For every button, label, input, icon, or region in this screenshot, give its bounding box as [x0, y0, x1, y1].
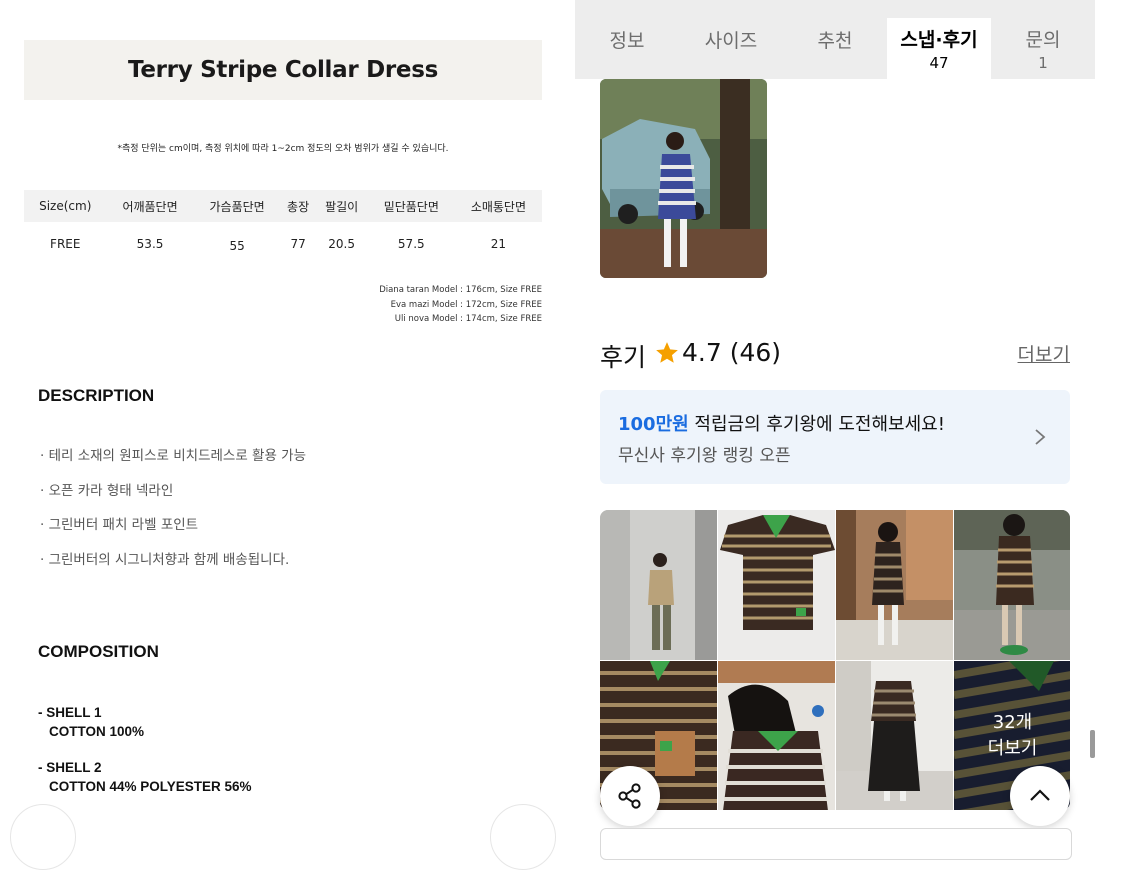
review-photo-image: [954, 510, 1070, 660]
list-item: · 그린버터 패치 라벨 포인트: [40, 517, 199, 534]
more-photos-count: 32개: [992, 712, 1033, 733]
tab-count: 1: [1038, 54, 1048, 72]
composition-title: COMPOSITION: [38, 642, 159, 661]
size-cell: 53.5: [136, 237, 164, 251]
review-panel: 정보 사이즈 추천 스냅·후기 47 문의 1 후기 4.7 (46) 더보기 …: [568, 0, 1125, 860]
model-line: Eva mazi Model : 172cm, Size FREE: [390, 299, 542, 310]
tab-recommend[interactable]: 추천: [783, 0, 887, 79]
review-photo-grid: 32개 더보기: [600, 510, 1070, 810]
promo-headline: 100만원 적립금의 후기왕에 도전해보세요!: [618, 410, 945, 436]
model-line: Uli nova Model : 174cm, Size FREE: [394, 314, 542, 324]
shell1-label: - SHELL 1: [38, 705, 102, 720]
shell2-label: - SHELL 2: [38, 760, 102, 775]
tab-label: 정보: [609, 30, 645, 52]
review-king-banner[interactable]: 100만원 적립금의 후기왕에 도전해보세요! 무신사 후기왕 랭킹 오픈: [600, 390, 1070, 484]
promo-subline: 무신사 후기왕 랭킹 오픈: [618, 446, 791, 466]
tab-info[interactable]: 정보: [575, 0, 679, 79]
share-button[interactable]: [600, 766, 660, 826]
review-photo[interactable]: [836, 510, 953, 660]
composition-shell1: - SHELL 1 COTTON 100%: [38, 703, 144, 741]
review-photo[interactable]: [836, 661, 953, 810]
tab-label: 문의: [1025, 29, 1061, 51]
review-photo-image: [718, 661, 835, 810]
shell2-value: COTTON 44% POLYESTER 56%: [49, 779, 252, 794]
share-icon: [618, 783, 641, 809]
list-item: · 오픈 카라 형태 넥라인: [40, 482, 174, 499]
tab-count: 47: [929, 54, 949, 72]
review-photo-image: [836, 510, 953, 660]
review-photo[interactable]: [954, 510, 1070, 660]
snap-photo[interactable]: [600, 79, 767, 278]
product-detail-panel: Terry Stripe Collar Dress *측정 단위는 cm이며, …: [0, 0, 568, 870]
size-header: 소매통단면: [454, 190, 542, 222]
size-table: Size(cm) 어깨품단면 가슴품단면 총장 팔길이 밑단품단면 소매통단면 …: [24, 190, 542, 266]
size-header: 팔길이: [315, 190, 368, 222]
measure-note: *측정 단위는 cm이며, 측정 위치에 따라 1~2cm 정도의 오차 범위가…: [117, 144, 449, 154]
scroll-top-button[interactable]: [1010, 766, 1070, 826]
tab-label: 추천: [817, 30, 853, 52]
description-list: · 테리 소재의 원피스로 비치드레스로 활용 가능 · 오픈 카라 형태 넥라…: [40, 444, 306, 583]
review-photo[interactable]: [718, 661, 835, 810]
table-row: FREE 53.5 55 77 20.5 57.5 21: [24, 222, 542, 266]
size-cell: FREE: [50, 237, 81, 251]
review-photo-image: [600, 510, 717, 660]
size-header: 밑단품단면: [367, 190, 455, 222]
review-count: (46): [729, 338, 782, 367]
shell1-value: COTTON 100%: [49, 724, 145, 739]
review-photo[interactable]: [600, 510, 717, 660]
review-header: 후기 4.7 (46) 더보기: [600, 336, 1070, 372]
floating-button-left[interactable]: [10, 804, 76, 870]
size-header: 가슴품단면: [193, 190, 281, 222]
next-section-card: [600, 828, 1072, 860]
tab-label: 사이즈: [704, 30, 758, 52]
review-label: 후기: [600, 343, 647, 372]
size-cell: 55: [229, 239, 245, 253]
size-header: 총장: [280, 190, 316, 222]
review-photo-image: [836, 661, 953, 810]
tab-bar: 정보 사이즈 추천 스냅·후기 47 문의 1: [575, 0, 1095, 79]
tab-inquiry[interactable]: 문의 1: [991, 18, 1095, 79]
size-cell: 77: [290, 237, 306, 251]
model-info: Diana taran Model : 176cm, Size FREE Eva…: [379, 283, 542, 327]
chevron-up-icon: [1030, 789, 1050, 801]
rating-value: 4.7: [682, 338, 722, 367]
size-cell: 21: [490, 237, 507, 251]
scrollbar-thumb[interactable]: [1090, 730, 1095, 758]
composition-shell2: - SHELL 2 COTTON 44% POLYESTER 56%: [38, 758, 252, 796]
promo-highlight: 100만원: [618, 414, 689, 435]
product-title: Terry Stripe Collar Dress: [127, 57, 438, 83]
size-header: 어깨품단면: [106, 190, 194, 222]
size-header: Size(cm): [24, 190, 107, 222]
more-photos-label: 더보기: [987, 738, 1038, 759]
tab-snap-review[interactable]: 스냅·후기 47: [887, 18, 991, 79]
tab-label: 스냅·후기: [900, 29, 978, 51]
chevron-right-icon: [1035, 429, 1046, 445]
floating-button-right[interactable]: [490, 804, 556, 870]
review-rating: 4.7 (46): [682, 338, 781, 367]
model-line: Diana taran Model : 176cm, Size FREE: [379, 285, 542, 295]
promo-headline-text: 적립금의 후기왕에 도전해보세요!: [688, 414, 945, 435]
review-photo[interactable]: [718, 510, 835, 660]
review-more-link[interactable]: 더보기: [1018, 340, 1070, 367]
star-icon: [656, 342, 678, 363]
size-cell: 57.5: [397, 237, 425, 251]
product-title-banner: Terry Stripe Collar Dress: [24, 40, 542, 100]
list-item: · 테리 소재의 원피스로 비치드레스로 활용 가능: [40, 448, 307, 464]
review-photo-image: [718, 510, 835, 660]
list-item: · 그린버터의 시그니처향과 함께 배송됩니다.: [40, 552, 290, 569]
snap-photo-image: [600, 79, 767, 278]
size-cell: 20.5: [328, 237, 355, 251]
tab-size[interactable]: 사이즈: [679, 0, 783, 79]
description-title: DESCRIPTION: [38, 386, 155, 405]
